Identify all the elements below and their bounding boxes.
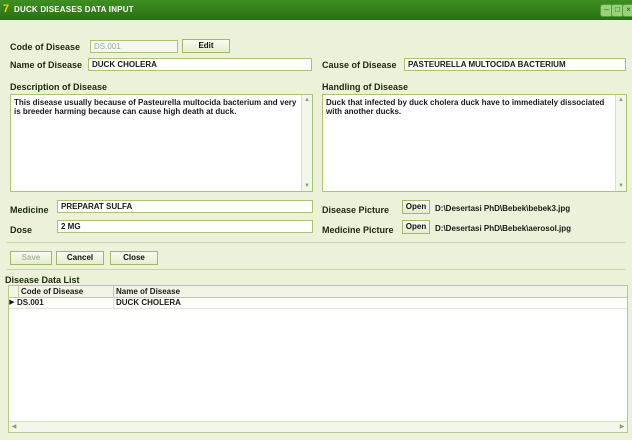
scroll-down-icon[interactable]: ▼	[617, 182, 625, 190]
medicine-field[interactable]: PREPARAT SULFA	[57, 200, 313, 213]
close-button[interactable]: Close	[110, 251, 158, 265]
cancel-button[interactable]: Cancel	[56, 251, 104, 265]
divider	[6, 269, 626, 270]
code-of-disease-field[interactable]: DS.001	[90, 40, 178, 53]
description-scrollbar[interactable]: ▲ ▼	[301, 95, 312, 191]
main-window: 7 DUCK DISEASES DATA INPUT – □ × Code of…	[0, 0, 632, 440]
open-medicine-picture-button[interactable]: Open	[402, 220, 430, 234]
medicine-label: Medicine	[10, 205, 49, 215]
window-title: DUCK DISEASES DATA INPUT	[14, 5, 134, 14]
app-icon: 7	[3, 3, 10, 15]
handling-scrollbar[interactable]: ▲ ▼	[615, 95, 626, 191]
scroll-down-icon[interactable]: ▼	[303, 182, 311, 190]
grid-horizontal-scrollbar[interactable]: ◀ ▶	[9, 421, 627, 432]
open-disease-picture-button[interactable]: Open	[402, 200, 430, 214]
scroll-right-icon[interactable]: ▶	[618, 423, 626, 431]
column-header-name[interactable]: Name of Disease	[114, 286, 627, 297]
name-of-disease-label: Name of Disease	[10, 60, 83, 70]
description-textarea[interactable]: This disease usually because of Pasteure…	[10, 94, 313, 192]
handling-textarea[interactable]: Duck that infected by duck cholera duck …	[322, 94, 627, 192]
cause-of-disease-field[interactable]: PASTEURELLA MULTOCIDA BACTERIUM	[404, 58, 626, 71]
disease-picture-label: Disease Picture	[322, 205, 390, 215]
table-cell-code[interactable]: DS.001	[15, 297, 114, 308]
name-of-disease-field[interactable]: DUCK CHOLERA	[88, 58, 312, 71]
handling-text: Duck that infected by duck cholera duck …	[326, 98, 605, 116]
edit-button[interactable]: Edit	[182, 39, 230, 53]
divider	[6, 242, 626, 243]
scroll-left-icon[interactable]: ◀	[10, 423, 18, 431]
close-window-button[interactable]: ×	[622, 4, 632, 17]
medicine-picture-label: Medicine Picture	[322, 225, 394, 235]
save-button[interactable]: Save	[10, 251, 52, 265]
description-text: This disease usually because of Pasteure…	[14, 98, 297, 116]
column-header-code[interactable]: Code of Disease	[19, 286, 114, 297]
table-row[interactable]: ▶ DS.001 DUCK CHOLERA	[9, 297, 627, 309]
handling-label: Handling of Disease	[322, 82, 409, 92]
disease-picture-path: D:\Desertasi PhD\Bebek\bebek3.jpg	[435, 204, 571, 213]
cause-of-disease-label: Cause of Disease	[322, 60, 397, 70]
scroll-up-icon[interactable]: ▲	[617, 96, 625, 104]
medicine-picture-path: D:\Desertasi PhD\Bebek\aerosol.jpg	[435, 224, 572, 233]
title-bar: 7 DUCK DISEASES DATA INPUT – □ ×	[0, 0, 632, 20]
grid-indicator-header	[9, 286, 19, 297]
disease-data-grid[interactable]: Code of Disease Name of Disease ▶ DS.001…	[8, 285, 628, 433]
dose-label: Dose	[10, 225, 33, 235]
table-cell-name[interactable]: DUCK CHOLERA	[114, 297, 627, 308]
disease-data-list-label: Disease Data List	[5, 275, 80, 285]
code-of-disease-label: Code of Disease	[10, 42, 81, 52]
description-label: Description of Disease	[10, 82, 108, 92]
scroll-up-icon[interactable]: ▲	[303, 96, 311, 104]
dose-field[interactable]: 2 MG	[57, 220, 313, 233]
